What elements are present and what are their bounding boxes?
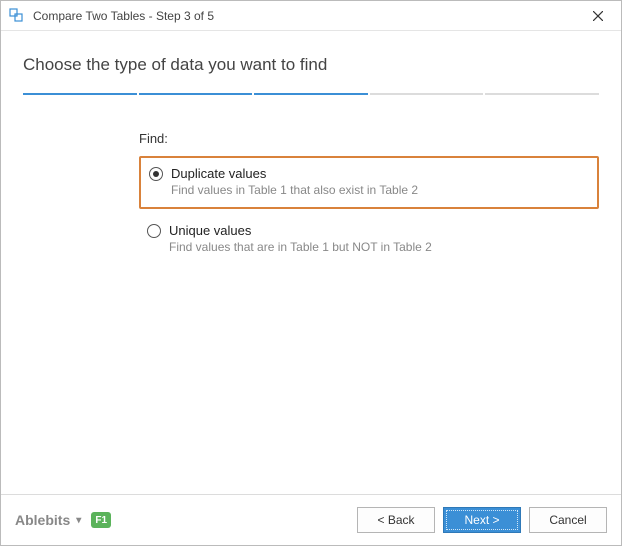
chevron-down-icon: ▾ (76, 515, 81, 526)
radio-duplicate[interactable] (149, 167, 163, 181)
option-desc-unique: Find values that are in Table 1 but NOT … (169, 240, 589, 254)
progress-seg-2 (139, 93, 253, 95)
option-unique-values[interactable]: Unique values Find values that are in Ta… (139, 215, 599, 264)
help-button[interactable]: F1 (91, 512, 111, 528)
option-title-duplicate: Duplicate values (171, 166, 266, 181)
next-label: Next > (464, 513, 499, 527)
radio-unique[interactable] (147, 224, 161, 238)
brand-link[interactable]: Ablebits ▾ (15, 512, 81, 528)
form-area: Find: Duplicate values Find values in Ta… (23, 131, 599, 270)
find-label: Find: (139, 131, 599, 146)
back-button[interactable]: < Back (357, 507, 435, 533)
titlebar: Compare Two Tables - Step 3 of 5 (1, 1, 621, 31)
option-desc-duplicate: Find values in Table 1 that also exist i… (171, 183, 587, 197)
progress-seg-3 (254, 93, 368, 95)
progress-seg-4 (370, 93, 484, 95)
app-icon (9, 8, 25, 24)
cancel-button[interactable]: Cancel (529, 507, 607, 533)
option-duplicate-values[interactable]: Duplicate values Find values in Table 1 … (139, 156, 599, 209)
progress-seg-1 (23, 93, 137, 95)
progress-bar (23, 93, 599, 95)
content-area: Choose the type of data you want to find… (1, 31, 621, 494)
window-title: Compare Two Tables - Step 3 of 5 (33, 9, 214, 23)
close-icon (593, 11, 603, 21)
cancel-label: Cancel (549, 513, 586, 527)
option-title-unique: Unique values (169, 223, 251, 238)
brand-label: Ablebits (15, 512, 70, 528)
progress-seg-5 (485, 93, 599, 95)
help-label: F1 (95, 515, 107, 526)
back-label: < Back (377, 513, 414, 527)
footer: Ablebits ▾ F1 < Back Next > Cancel (1, 494, 621, 545)
close-button[interactable] (583, 2, 613, 30)
next-button[interactable]: Next > (443, 507, 521, 533)
page-heading: Choose the type of data you want to find (23, 55, 599, 75)
